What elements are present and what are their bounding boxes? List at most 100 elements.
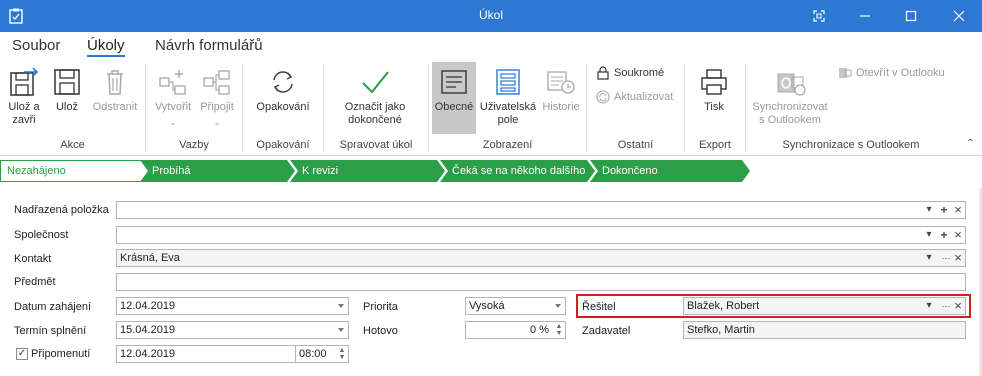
create-button[interactable]: Vytvořit ⌄	[152, 66, 194, 129]
close-icon[interactable]: ×	[952, 227, 964, 243]
priority-select[interactable]: Vysoká	[465, 297, 566, 315]
chevron-down-icon[interactable]: ▾	[923, 227, 935, 243]
reminder-time-stepper[interactable]: 08:00 ▲ ▼	[295, 345, 349, 363]
refresh-button[interactable]: Aktualizovat	[596, 90, 673, 104]
close-icon[interactable]: ×	[952, 298, 964, 314]
outlook-sync-icon	[777, 73, 806, 96]
repeat-icon	[273, 71, 293, 93]
minimize-icon	[860, 15, 870, 17]
ellipsis-icon[interactable]: ···	[940, 298, 952, 314]
status-steps: Nezahájeno Probíhá K revizi Čeká se na n…	[0, 160, 982, 182]
reminder-checkbox[interactable]: ✓	[16, 348, 28, 360]
save-close-button[interactable]: Ulož a zavři	[4, 66, 44, 127]
history-icon	[547, 71, 575, 94]
spin-up-icon[interactable]: ▲	[338, 347, 346, 354]
step-review[interactable]: K revizi	[290, 160, 445, 182]
maximize-icon	[905, 10, 917, 22]
start-date-label: Datum zahájení	[14, 301, 92, 313]
subject-input[interactable]	[116, 273, 966, 291]
mark-done-button[interactable]: Označit jako dokončené	[334, 66, 416, 127]
print-label: Tisk	[704, 101, 724, 113]
outlook-icon	[839, 68, 852, 78]
group-label-export: Export	[699, 139, 731, 151]
tab-soubor[interactable]: Soubor	[12, 37, 60, 54]
contact-label: Kontakt	[14, 253, 52, 265]
chevron-down-icon[interactable]	[338, 304, 344, 308]
assignee-field[interactable]: Blažek, Robert ▾ ··· ×	[683, 297, 966, 315]
history-button[interactable]: Historie	[540, 66, 582, 114]
repeat-label: Opakování	[256, 101, 310, 113]
start-date-value: 12.04.2019	[120, 300, 176, 312]
attach-button[interactable]: Připojit ⌄	[197, 66, 237, 129]
reminder-time-value: 08:00	[299, 348, 327, 360]
save-button[interactable]: Ulož	[50, 66, 84, 114]
private-label: Soukromé	[614, 67, 665, 79]
step-in-progress[interactable]: Probíhá	[140, 160, 295, 182]
close-icon[interactable]: ×	[952, 250, 964, 266]
chevron-down-icon[interactable]: ▾	[923, 250, 935, 266]
step-not-started[interactable]: Nezahájeno	[0, 160, 150, 182]
requester-field[interactable]: Stefko, Martin	[683, 321, 966, 339]
contact-field[interactable]: Krásná, Eva ▾ ··· ×	[116, 249, 966, 267]
spin-down-icon[interactable]: ▼	[555, 330, 563, 337]
save-icon	[54, 69, 80, 95]
done-percent-stepper[interactable]: 0 % ▲ ▼	[465, 321, 566, 339]
chevron-down-icon[interactable]: ▾	[923, 298, 935, 314]
chevron-down-icon[interactable]	[555, 304, 561, 308]
sync-outlook-button[interactable]: Synchronizovat s Outlookem	[750, 66, 830, 127]
general-view-button[interactable]: Obecné	[432, 62, 476, 134]
collapse-ribbon-icon[interactable]: ⌃	[966, 138, 974, 149]
group-label-view: Zobrazení	[482, 139, 533, 151]
chevron-down-icon[interactable]: ▾	[923, 202, 935, 218]
spin-down-icon[interactable]: ▼	[338, 354, 346, 361]
done-value: 0 %	[530, 324, 549, 336]
print-button[interactable]: Tisk	[692, 66, 736, 114]
priority-label: Priorita	[363, 301, 398, 313]
create-link-icon	[159, 70, 186, 95]
restore-layout-button[interactable]	[796, 0, 842, 32]
parent-item-field[interactable]: ▾ + ×	[116, 201, 966, 219]
close-icon[interactable]: ×	[952, 202, 964, 218]
chevron-down-icon[interactable]	[338, 328, 344, 332]
plus-icon[interactable]: +	[938, 227, 950, 243]
due-date-picker[interactable]: 15.04.2019	[116, 321, 349, 339]
start-date-picker[interactable]: 12.04.2019	[116, 297, 349, 315]
user-fields-button[interactable]: Uživatelská pole	[478, 66, 538, 127]
ellipsis-icon[interactable]: ···	[940, 250, 952, 266]
plus-icon[interactable]: +	[938, 202, 950, 218]
contact-value: Krásná, Eva	[120, 252, 180, 264]
tab-navrh-formularu[interactable]: Návrh formulářů	[155, 37, 263, 54]
maximize-button[interactable]	[888, 0, 934, 32]
checkmark-icon	[362, 71, 389, 94]
save-close-label: Ulož a zavři	[8, 101, 40, 126]
lock-icon	[597, 66, 609, 80]
priority-value: Vysoká	[469, 300, 505, 312]
subject-label: Předmět	[14, 276, 56, 288]
company-field[interactable]: ▾ + ×	[116, 226, 966, 244]
repeat-button[interactable]: Opakování	[250, 66, 316, 114]
requester-label: Zadavatel	[582, 325, 631, 337]
open-outlook-button[interactable]: Otevřít v Outlooku	[838, 66, 945, 80]
minimize-button[interactable]	[842, 0, 888, 32]
user-fields-label: Uživatelská pole	[479, 101, 537, 126]
refresh-label: Aktualizovat	[614, 91, 674, 103]
assignee-value: Blažek, Robert	[687, 300, 760, 312]
close-window-button[interactable]	[936, 0, 982, 32]
delete-button[interactable]: Odstranit	[90, 66, 140, 114]
step-waiting[interactable]: Čeká se na někoho dalšího	[440, 160, 595, 182]
reminder-date-value: 12.04.2019	[120, 348, 176, 360]
fullscreen-icon	[813, 10, 825, 22]
reminder-label: Připomenutí	[31, 348, 91, 360]
group-label-actions: Akce	[60, 139, 85, 151]
private-button[interactable]: Soukromé	[596, 66, 664, 80]
due-date-label: Termín splnění	[14, 325, 87, 337]
requester-value: Stefko, Martin	[687, 324, 755, 336]
save-close-icon	[10, 67, 39, 96]
parent-item-label: Nadřazená položka	[14, 204, 109, 216]
delete-label: Odstranit	[92, 101, 138, 113]
step-completed[interactable]: Dokončeno	[590, 160, 750, 182]
tab-ukoly[interactable]: Úkoly	[87, 37, 125, 57]
spin-up-icon[interactable]: ▲	[555, 323, 563, 330]
printer-icon	[701, 69, 727, 95]
assignee-label: Řešitel	[582, 301, 616, 313]
